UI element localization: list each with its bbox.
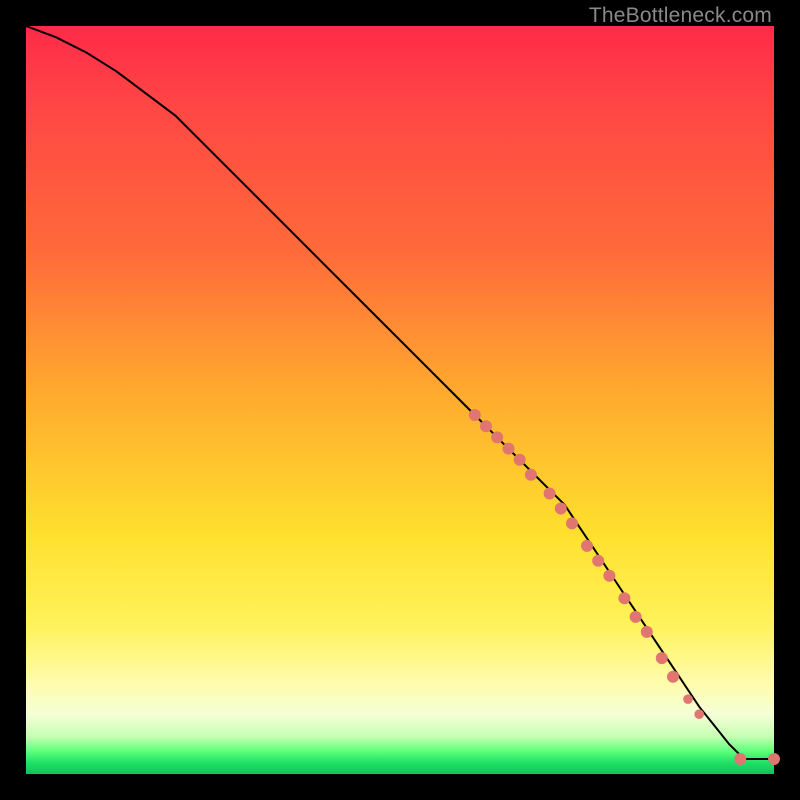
data-marker	[491, 431, 503, 443]
data-marker	[734, 753, 746, 765]
data-marker	[503, 443, 515, 455]
data-marker	[667, 671, 679, 683]
marker-group	[469, 409, 780, 765]
data-marker	[618, 592, 630, 604]
chart-svg	[26, 26, 774, 774]
data-marker	[641, 626, 653, 638]
chart-stage: TheBottleneck.com	[0, 0, 800, 800]
data-marker	[544, 488, 556, 500]
data-marker	[630, 611, 642, 623]
data-marker	[566, 517, 578, 529]
data-marker	[525, 469, 537, 481]
data-marker	[592, 555, 604, 567]
data-marker	[603, 570, 615, 582]
data-marker	[469, 409, 481, 421]
series-line	[26, 26, 774, 759]
data-marker	[656, 652, 668, 664]
data-marker	[683, 694, 693, 704]
data-marker	[581, 540, 593, 552]
data-marker	[694, 709, 704, 719]
data-marker	[514, 454, 526, 466]
data-marker	[480, 420, 492, 432]
data-marker	[555, 503, 567, 515]
data-marker	[768, 753, 780, 765]
plot-area	[26, 26, 774, 774]
watermark-text: TheBottleneck.com	[589, 4, 772, 28]
